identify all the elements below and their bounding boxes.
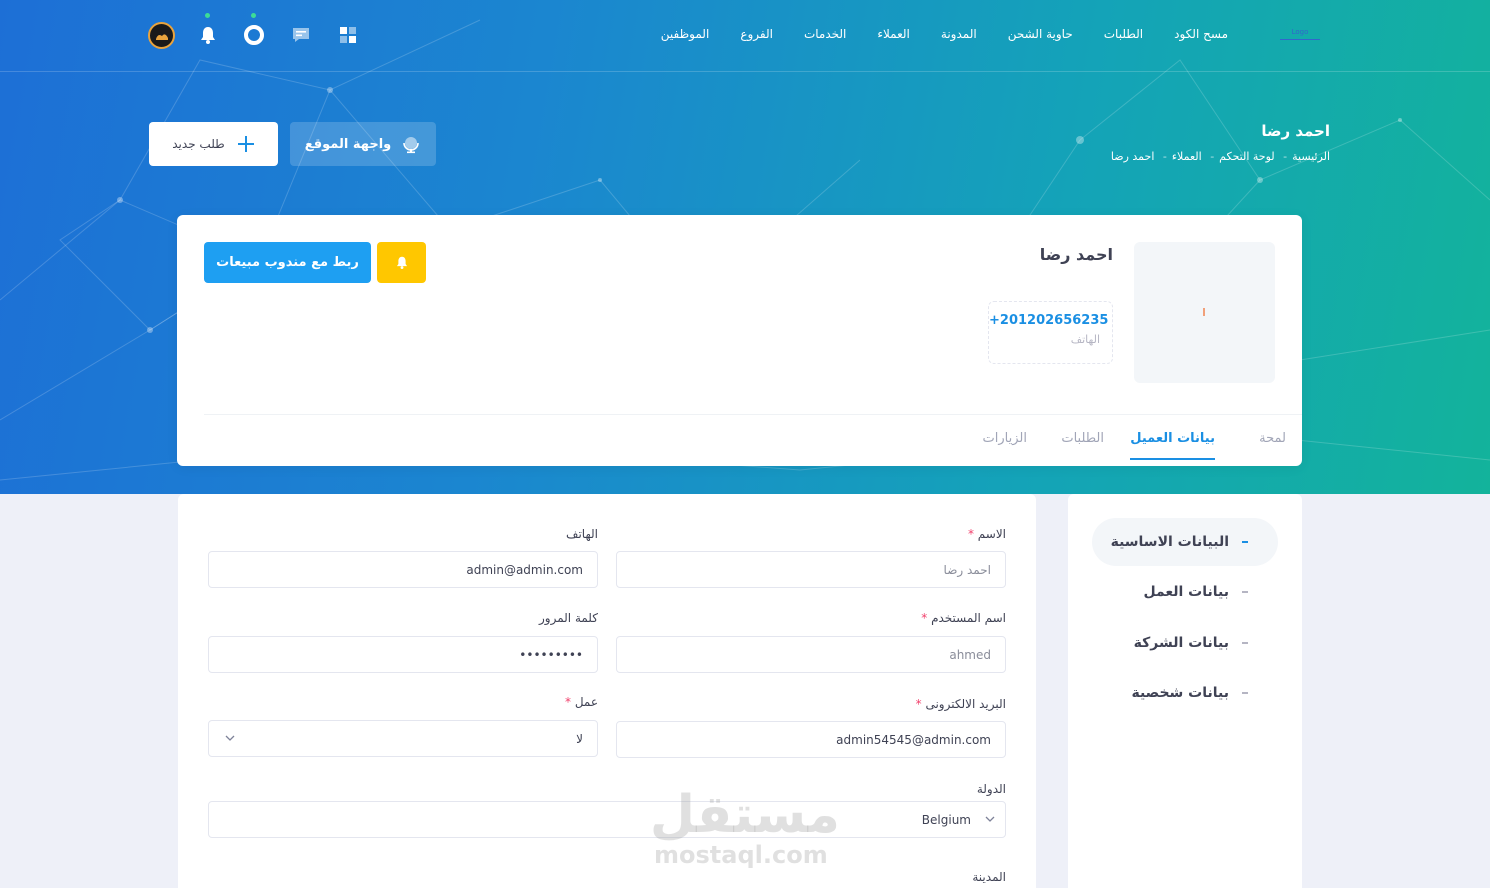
watermark-latin: mostaql.com	[654, 841, 828, 869]
tab-client-data[interactable]: بيانات العميل	[1130, 431, 1215, 460]
tab-overview[interactable]: لمحة	[1259, 431, 1286, 446]
country-label: الدولة	[976, 782, 1006, 796]
breadcrumb: الرئيسية- لوحة التحكم- العملاء- احمد رضا	[1110, 150, 1330, 163]
bell-icon	[396, 256, 407, 269]
sidebar-item-label: بيانات العمل	[1143, 584, 1229, 600]
mostaql-watermark: مستقل mostaql.com	[650, 785, 840, 875]
page-title: احمد رضا	[1261, 122, 1330, 140]
password-label: كلمة المرور	[538, 611, 598, 625]
brand-logo[interactable]: Logo	[1280, 28, 1320, 40]
breadcrumb-dashboard[interactable]: لوحة التحكم	[1219, 150, 1274, 163]
nav-services[interactable]: الخدمات	[804, 27, 846, 41]
support-status-dot	[251, 13, 256, 18]
work-select[interactable]: لا	[208, 720, 598, 757]
password-field[interactable]: •••••••••	[208, 636, 598, 673]
breadcrumb-clients[interactable]: العملاء	[1172, 150, 1202, 163]
nav-branches[interactable]: الفروع	[740, 27, 773, 41]
breadcrumb-home[interactable]: الرئيسية	[1292, 150, 1330, 163]
sidebar-item-company-data[interactable]: بيانات الشركة	[1092, 619, 1278, 667]
phone-stat-box: +201202656235 الهاتف	[988, 301, 1113, 364]
name-label: الاسم *	[967, 527, 1006, 541]
apps-icon[interactable]	[336, 23, 360, 47]
sidebar-item-basic-data[interactable]: البيانات الاساسية	[1092, 518, 1278, 566]
breadcrumb-current: احمد رضا	[1110, 150, 1155, 163]
plus-icon	[237, 136, 254, 152]
globe-icon	[403, 137, 420, 154]
site-front-button[interactable]: واجهة الموقع	[290, 122, 436, 166]
site-front-label: واجهة الموقع	[304, 136, 392, 152]
username-label: اسم المستخدم *	[921, 611, 1006, 625]
support-icon[interactable]	[242, 13, 266, 47]
email-field[interactable]: admin54545@admin.com	[616, 721, 1006, 758]
sections-sidebar: البيانات الاساسية بيانات العمل بيانات ال…	[1068, 494, 1302, 888]
name-field[interactable]: احمد رضا	[616, 551, 1006, 588]
chat-icon[interactable]	[289, 23, 313, 47]
country-select-value: Belgium	[921, 812, 971, 827]
notification-dot	[205, 13, 210, 18]
sidebar-item-label: البيانات الاساسية	[1110, 534, 1229, 550]
sidebar-item-work-data[interactable]: بيانات العمل	[1092, 568, 1278, 616]
tab-visits[interactable]: الزيارات	[983, 431, 1027, 446]
country-select[interactable]: Belgium	[208, 801, 1006, 838]
phone-field[interactable]: admin@admin.com	[208, 551, 598, 588]
sidebar-item-personal-data[interactable]: بيانات شخصية	[1092, 669, 1278, 717]
sidebar-item-label: بيانات الشركة	[1133, 635, 1229, 651]
phone-field-label: الهاتف	[566, 527, 598, 541]
notify-button[interactable]	[377, 242, 426, 283]
client-name: احمد رضا	[1039, 245, 1113, 264]
chevron-down-icon	[225, 735, 235, 741]
nav-employees[interactable]: الموظفين	[661, 27, 710, 41]
watermark-arabic: مستقل	[649, 785, 840, 845]
top-navbar: Logo الموظفين الفروع الخدمات العملاء الم…	[0, 0, 1490, 72]
phone-label: الهاتف	[1070, 333, 1100, 346]
new-order-button[interactable]: طلب جديد	[149, 122, 278, 166]
link-sales-rep-button[interactable]: ربط مع مندوب مبيعات	[204, 242, 371, 283]
nav-clients[interactable]: العملاء	[877, 27, 910, 41]
tab-orders[interactable]: الطلبات	[1061, 431, 1104, 446]
tabs-divider	[204, 414, 1302, 415]
client-photo	[1134, 242, 1275, 383]
phone-value: +201202656235	[989, 313, 1109, 328]
city-label: المدينة	[972, 870, 1006, 884]
sidebar-item-label: بيانات شخصية	[1131, 685, 1229, 701]
email-label: البريد الالكترونى *	[915, 697, 1006, 711]
bell-icon[interactable]	[196, 13, 220, 47]
user-avatar[interactable]	[148, 22, 175, 49]
work-select-value: لا	[576, 731, 583, 746]
nav-blog[interactable]: المدونة	[941, 27, 977, 41]
work-label: عمل *	[564, 695, 598, 709]
new-order-label: طلب جديد	[172, 137, 225, 151]
nav-scan-code[interactable]: مسح الكود	[1174, 27, 1228, 41]
basic-data-form: الاسم * احمد رضا الهاتف admin@admin.com …	[178, 494, 1036, 888]
nav-orders[interactable]: الطلبات	[1104, 27, 1143, 41]
nav-shipping-container[interactable]: حاوية الشحن	[1008, 27, 1073, 41]
client-profile-card: احمد رضا +201202656235 الهاتف ربط مع مند…	[177, 215, 1302, 466]
main-nav: الموظفين الفروع الخدمات العملاء المدونة …	[661, 27, 1228, 41]
chevron-down-icon	[985, 816, 995, 822]
username-field[interactable]: ahmed	[616, 636, 1006, 673]
